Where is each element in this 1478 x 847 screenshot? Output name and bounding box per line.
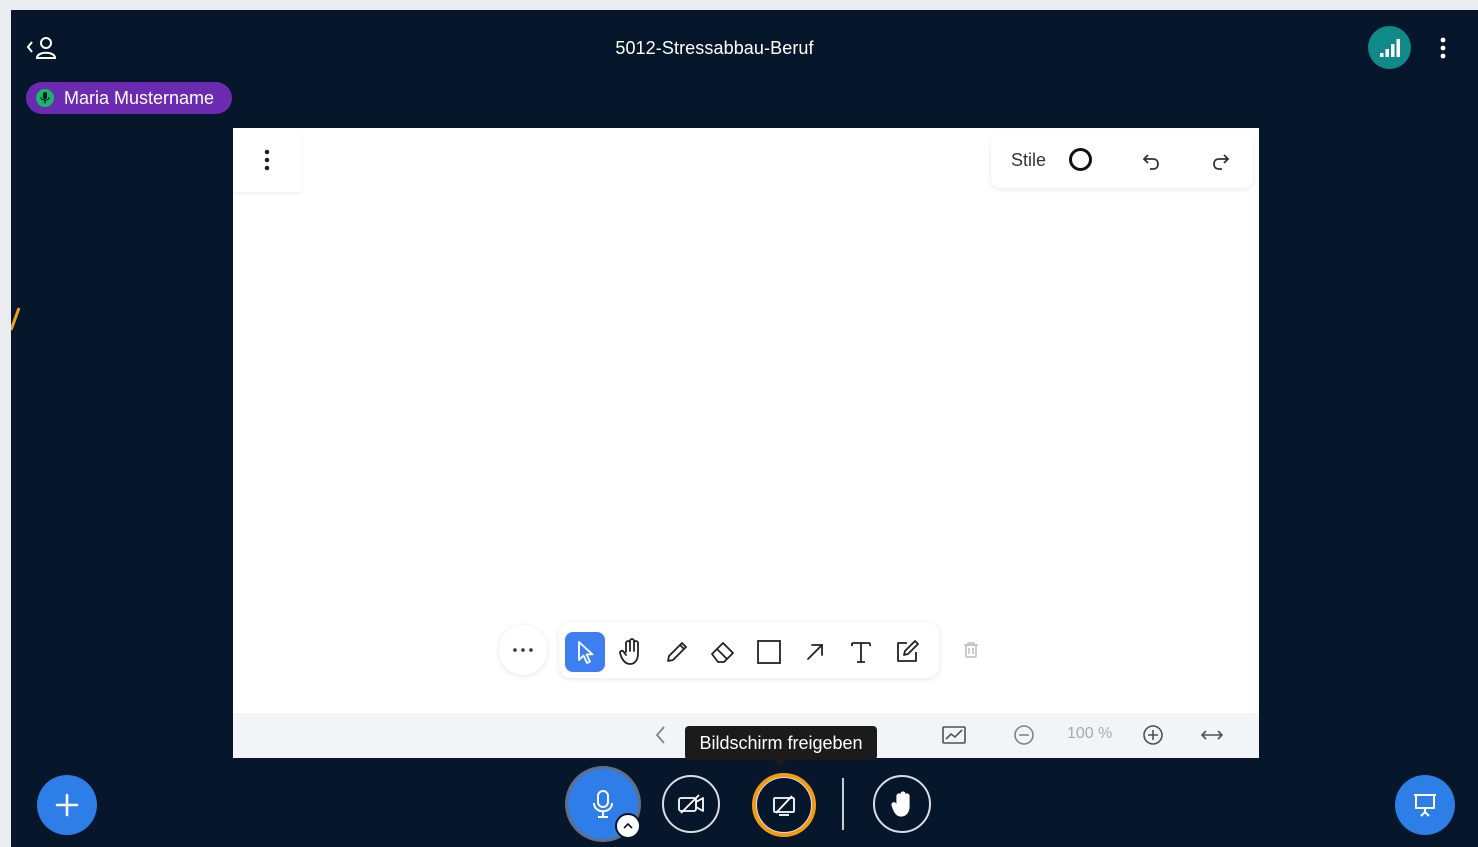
zoom-out-icon[interactable] [1012, 723, 1036, 747]
arrow-icon [807, 644, 823, 660]
rectangle-icon [757, 640, 781, 664]
talker-name: Maria Mustername [64, 87, 215, 108]
pencil-icon [667, 642, 687, 662]
pointer-icon [578, 641, 594, 664]
select-tool-button[interactable] [565, 632, 605, 672]
eraser-icon [711, 642, 734, 663]
previous-slide-icon[interactable] [651, 723, 671, 747]
audio-options-button[interactable] [615, 813, 641, 839]
delete-button[interactable] [951, 625, 991, 675]
text-icon [851, 642, 871, 663]
meeting-app: 5012-Stressabbau-Beruf Maria Mustername [11, 10, 1478, 847]
presentation-button[interactable] [1395, 775, 1455, 835]
options-menu-icon[interactable] [1435, 34, 1451, 62]
trash-icon [964, 642, 978, 658]
talking-indicator[interactable]: Maria Mustername [26, 82, 233, 114]
presentation-icon [1414, 794, 1436, 817]
share-screen-tooltip: Bildschirm freigeben [685, 726, 877, 767]
rectangle-tool-button[interactable] [749, 632, 789, 672]
ellipsis-icon [513, 648, 533, 652]
zoom-in-icon[interactable] [1141, 723, 1165, 747]
decorative-stroke [11, 307, 21, 331]
arrow-tool-button[interactable] [795, 632, 835, 672]
camera-button[interactable] [662, 775, 720, 833]
style-toolbar: Stile [991, 132, 1253, 188]
whiteboard-canvas[interactable]: Stile 100 % [233, 128, 1259, 758]
hand-icon [891, 791, 910, 817]
whiteboard-menu-icon[interactable] [233, 128, 301, 192]
share-screen-highlight [752, 773, 816, 837]
drawing-toolbar [559, 622, 939, 678]
redo-icon[interactable] [1209, 150, 1231, 172]
slide-chart-icon[interactable] [941, 723, 967, 747]
note-edit-icon [897, 640, 919, 662]
camera-off-icon [678, 794, 704, 814]
undo-icon[interactable] [1141, 150, 1163, 172]
actions-button[interactable] [37, 775, 97, 835]
style-circle-icon[interactable] [1069, 148, 1092, 171]
eraser-tool-button[interactable] [703, 632, 743, 672]
zoom-level: 100 % [1067, 725, 1113, 742]
pan-tool-button[interactable] [611, 632, 651, 672]
plus-icon [55, 793, 79, 817]
microphone-icon [36, 89, 54, 107]
draw-tool-button[interactable] [657, 632, 697, 672]
fit-width-icon[interactable] [1199, 723, 1225, 747]
styles-button[interactable]: Stile [1011, 150, 1046, 171]
hand-icon [619, 638, 639, 665]
raise-hand-button[interactable] [873, 775, 931, 833]
note-tool-button[interactable] [887, 632, 927, 672]
microphone-icon [593, 790, 613, 818]
chevron-up-icon [623, 822, 633, 829]
more-tools-button[interactable] [499, 625, 547, 675]
meeting-title: 5012-Stressabbau-Beruf [615, 38, 814, 58]
controls-divider [842, 778, 844, 830]
signal-icon [1379, 38, 1400, 57]
connection-status-button[interactable] [1368, 26, 1411, 69]
text-tool-button[interactable] [841, 632, 881, 672]
